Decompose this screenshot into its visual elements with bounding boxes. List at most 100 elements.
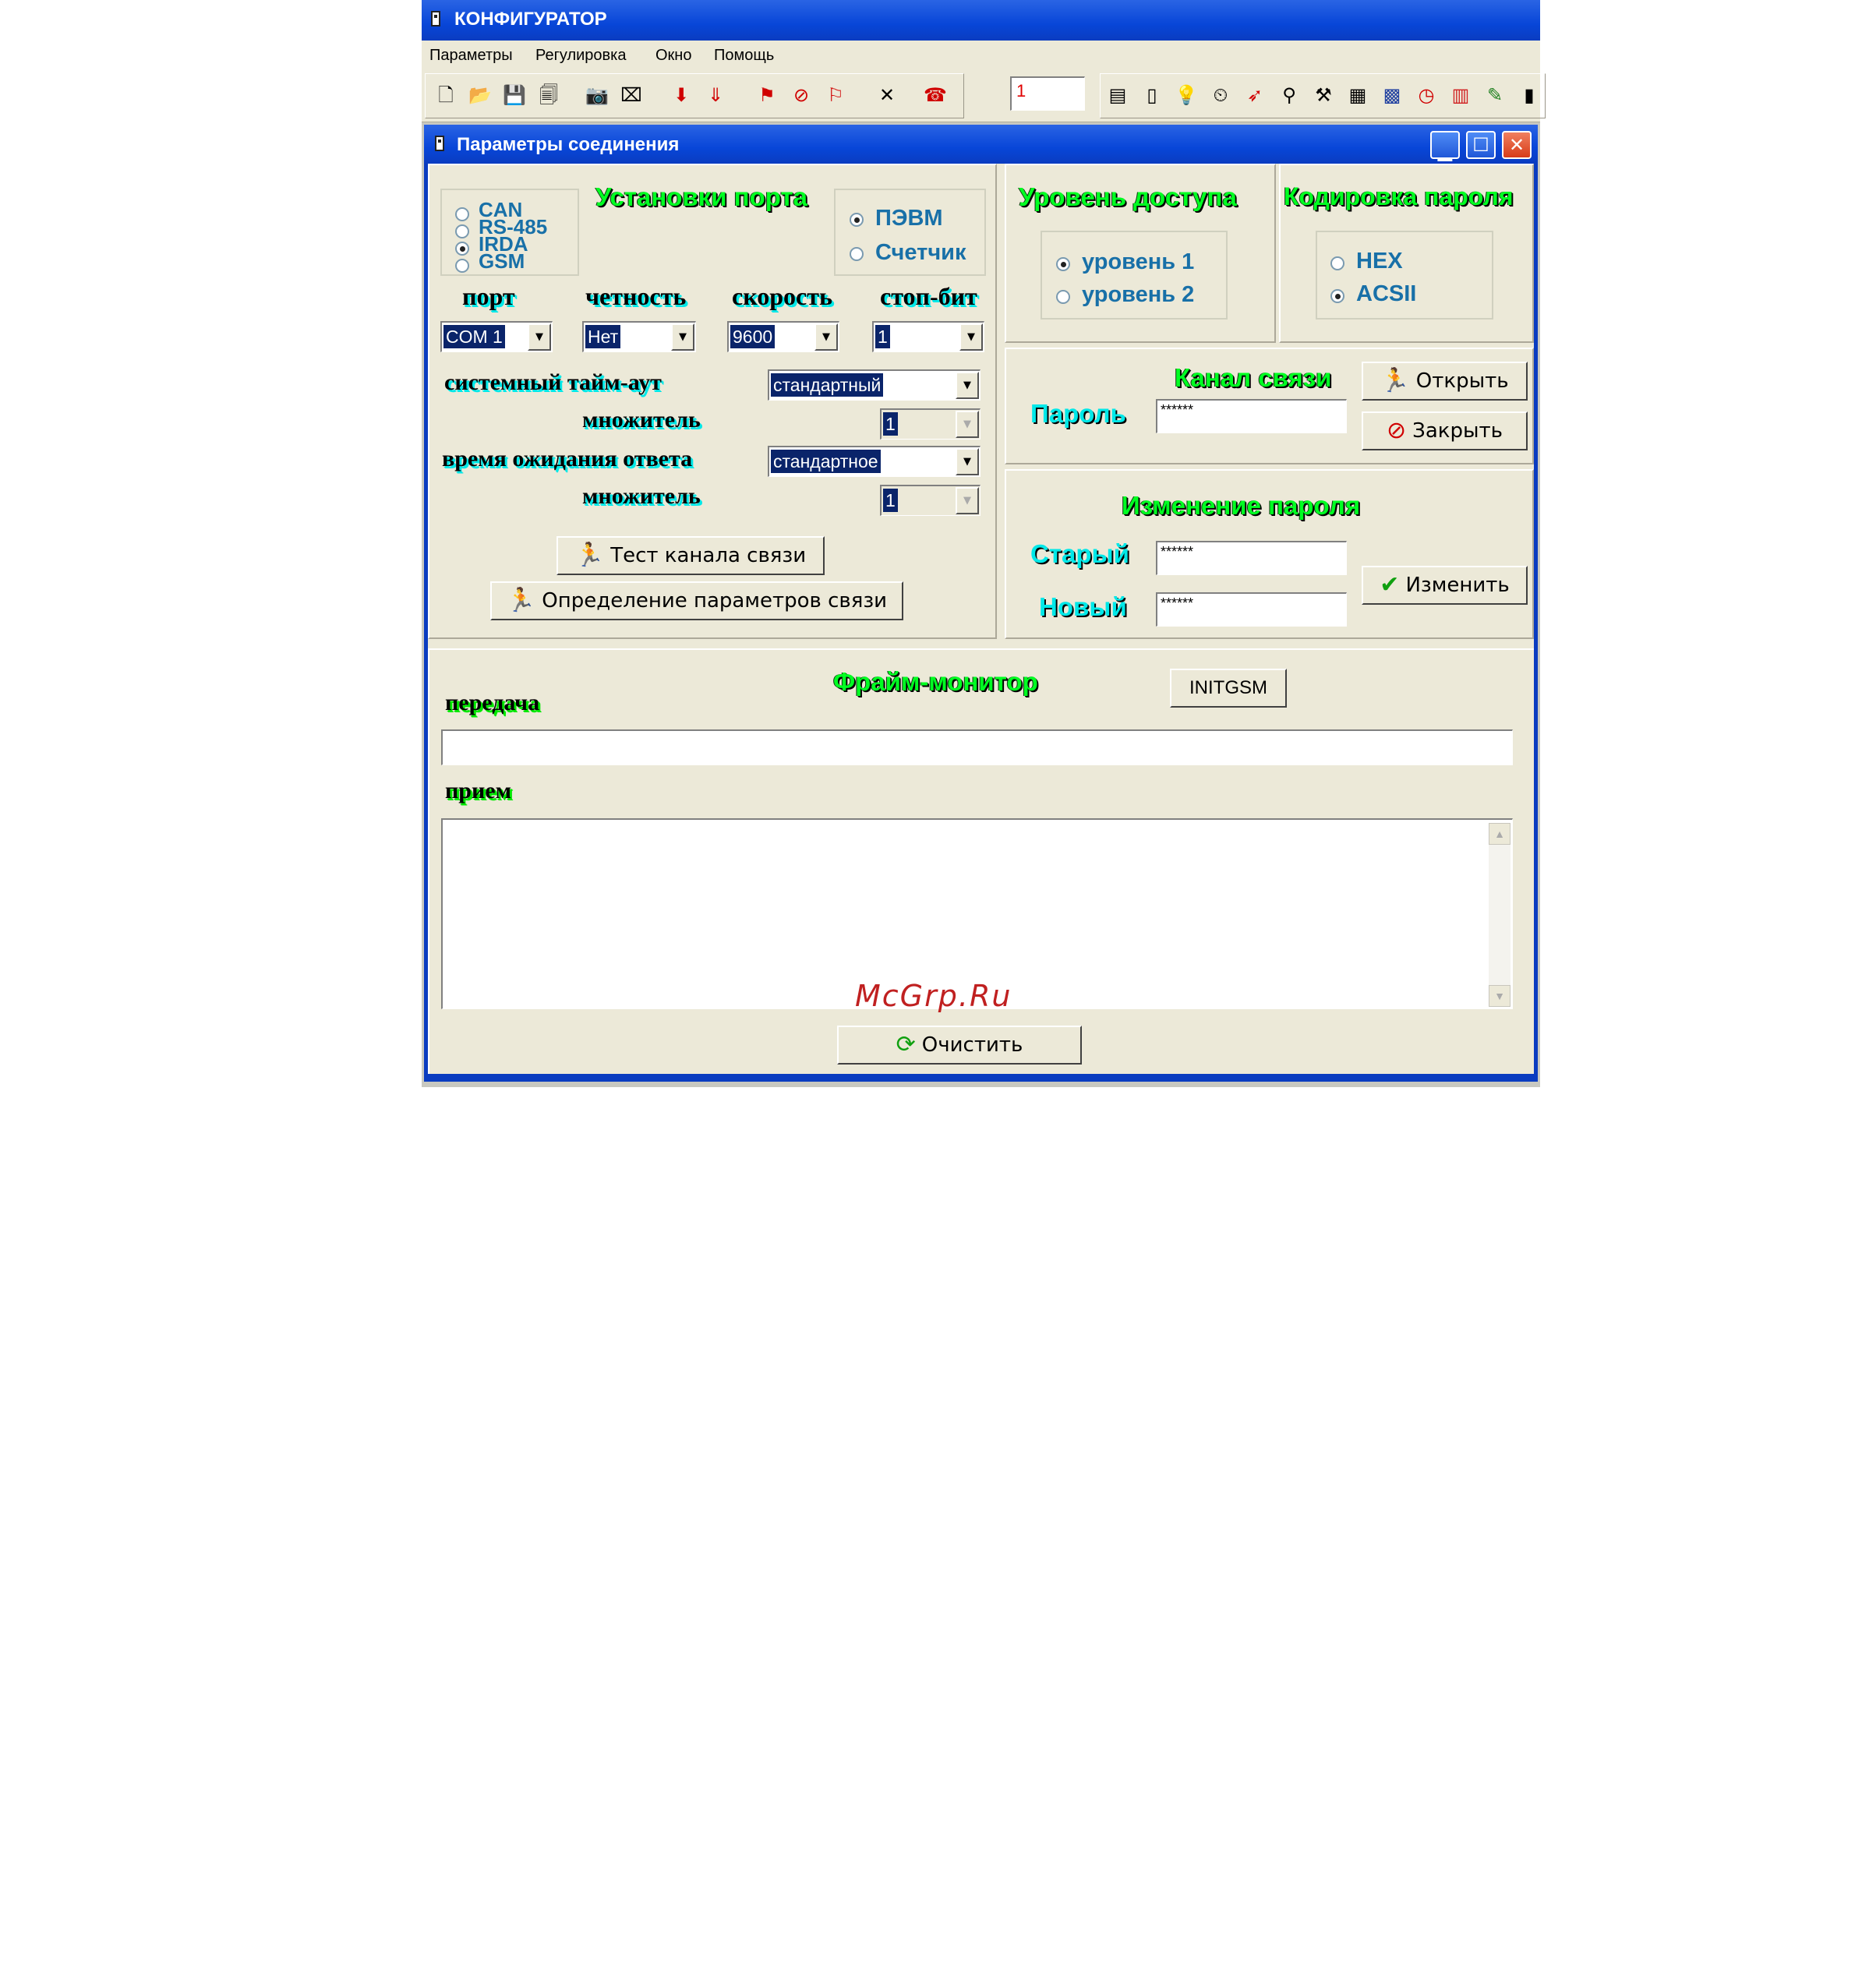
change-button[interactable]: ✔ Изменить: [1362, 566, 1528, 605]
detect-params-label: Определение параметров связи: [542, 589, 888, 613]
send-label: передача: [445, 690, 540, 715]
download-meter-icon[interactable]: ⇓: [701, 79, 730, 111]
chevron-down-icon[interactable]: ▼: [959, 323, 983, 351]
phone-icon[interactable]: ☎: [920, 79, 950, 111]
system-timeout-combo[interactable]: стандартный ▼: [768, 369, 980, 401]
chevron-down-icon[interactable]: ▼: [528, 323, 551, 351]
receive-label: прием: [445, 778, 512, 803]
menu-regulation[interactable]: Регулировка: [535, 47, 626, 65]
send-input[interactable]: [441, 729, 1513, 765]
chevron-down-icon[interactable]: ▼: [671, 323, 694, 351]
access-level-1-radio[interactable]: [1056, 257, 1070, 271]
tools-icon[interactable]: ⚒: [1309, 79, 1338, 111]
calendar-icon[interactable]: ▩: [1377, 79, 1407, 111]
old-password-input[interactable]: ******: [1156, 541, 1347, 575]
toolbar: 🗋 📂 💾 🗐 📷 ⌧ ⬇ ⇓ ⚑ ⊘ ⚐ ✕ ☎ 1 ▤ ▯ 💡 ⏲ ➶ ⚲ …: [422, 69, 1546, 122]
encoding-hex-radio[interactable]: [1330, 256, 1344, 270]
minimize-button[interactable]: ▁: [1430, 131, 1460, 161]
open-button[interactable]: 🏃 Открыть: [1362, 362, 1528, 401]
speed-combo[interactable]: 9600 ▼: [727, 321, 839, 352]
encoding-hex-label: HEX: [1356, 249, 1403, 274]
toolbar-number-input[interactable]: 1: [1010, 76, 1085, 111]
multiplier-1-combo[interactable]: 1 ▼: [880, 408, 980, 440]
initgsm-button[interactable]: INITGSM: [1170, 669, 1287, 708]
scroll-up-icon[interactable]: ▲: [1489, 823, 1510, 845]
receive-scrollbar[interactable]: ▲ ▼: [1489, 823, 1510, 1007]
initgsm-label: INITGSM: [1189, 677, 1267, 698]
menu-parameters[interactable]: Параметры: [429, 47, 513, 65]
bar-chart-icon[interactable]: ▥: [1446, 79, 1475, 111]
test-channel-button[interactable]: 🏃 Тест канала связи: [556, 536, 825, 575]
connection-params-window: Параметры соединения ▁ ☐ ✕ CAN RS-485 IR…: [424, 125, 1538, 1082]
device-pc-radio[interactable]: [850, 213, 864, 227]
device-clear-icon[interactable]: ⌧: [617, 79, 646, 111]
response-wait-value: стандартное: [771, 450, 881, 473]
running-man-icon: 🏃: [506, 587, 536, 614]
open-folder-icon[interactable]: 📂: [465, 79, 495, 111]
open-label: Открыть: [1415, 369, 1509, 393]
calculator-icon[interactable]: ▦: [1343, 79, 1373, 111]
save-icon[interactable]: 💾: [500, 79, 529, 111]
response-wait-combo[interactable]: стандартное ▼: [768, 446, 980, 477]
new-password-input[interactable]: ******: [1156, 592, 1347, 627]
chevron-down-icon[interactable]: ▼: [956, 372, 979, 399]
properties-icon[interactable]: 🗐: [534, 79, 564, 111]
lightbulb-icon[interactable]: 💡: [1171, 79, 1201, 111]
timer-icon[interactable]: ⏲: [1206, 79, 1235, 111]
parity-combo[interactable]: Нет ▼: [582, 321, 696, 352]
app-title: КОНФИГУРАТОР: [454, 9, 607, 30]
stop-circle-icon[interactable]: ⊘: [786, 79, 816, 111]
access-level-2-radio[interactable]: [1056, 290, 1070, 304]
encoding-acsii-radio[interactable]: [1330, 289, 1344, 303]
interface-irda-radio[interactable]: [455, 242, 469, 256]
no-entry-icon: ⊘: [1387, 417, 1407, 444]
scroll-down-icon[interactable]: ▼: [1489, 985, 1510, 1007]
checkmark-icon: ✔: [1380, 571, 1400, 599]
close-x-icon[interactable]: ✕: [872, 79, 902, 111]
clock-icon[interactable]: ◷: [1412, 79, 1441, 111]
close-channel-button[interactable]: ⊘ Закрыть: [1362, 411, 1528, 450]
new-file-icon[interactable]: 🗋: [431, 79, 461, 111]
old-password-label: Старый: [1030, 539, 1129, 568]
meter-icon[interactable]: ▯: [1137, 79, 1167, 111]
running-man-icon: 🏃: [1380, 367, 1410, 394]
download-arrow-icon[interactable]: ⬇: [666, 79, 696, 111]
device-read-icon[interactable]: 📷: [582, 79, 612, 111]
more-icon[interactable]: ▮: [1514, 79, 1544, 111]
flag-icon[interactable]: ⚑: [752, 79, 782, 111]
interface-can-radio[interactable]: [455, 207, 469, 221]
device-meter-label: Счетчик: [875, 240, 966, 265]
multiplier-2-combo[interactable]: 1 ▼: [880, 485, 980, 516]
watermark: McGrp.Ru: [855, 979, 1012, 1013]
clear-button[interactable]: ⟳ Очистить: [837, 1026, 1082, 1065]
interface-rs485-radio[interactable]: [455, 224, 469, 238]
maximize-button[interactable]: ☐: [1466, 131, 1496, 159]
chevron-down-icon[interactable]: ▼: [956, 448, 979, 475]
device-meter-radio[interactable]: [850, 247, 864, 261]
port-value: COM 1: [443, 325, 505, 348]
menu-help[interactable]: Помощь: [714, 47, 774, 65]
arrow-pointer-icon[interactable]: ➶: [1240, 79, 1270, 111]
dialog-title-bar: Параметры соединения ▁ ☐ ✕: [424, 125, 1538, 164]
chevron-down-icon[interactable]: ▼: [814, 323, 838, 351]
speed-value: 9600: [730, 325, 776, 348]
response-wait-label: время ожидания ответа: [442, 446, 693, 471]
detect-params-button[interactable]: 🏃 Определение параметров связи: [490, 581, 903, 620]
edit-chart-icon[interactable]: ✎: [1480, 79, 1510, 111]
password-input[interactable]: ******: [1156, 399, 1347, 433]
interface-gsm-radio[interactable]: [455, 259, 469, 273]
multiplier-2-label: множитель: [582, 483, 701, 509]
meters-icon[interactable]: ▤: [1103, 79, 1132, 111]
system-timeout-label: системный тайм-аут: [444, 369, 662, 395]
close-icon: ✕: [1508, 134, 1525, 156]
port-combo[interactable]: COM 1 ▼: [440, 321, 553, 352]
flag-meter-icon[interactable]: ⚐: [821, 79, 850, 111]
menu-window[interactable]: Окно: [655, 47, 691, 65]
chevron-down-icon[interactable]: ▼: [956, 487, 979, 514]
channel-title: Канал связи: [1175, 363, 1332, 392]
multiplier-1-value: 1: [883, 412, 898, 436]
chevron-down-icon[interactable]: ▼: [956, 411, 979, 438]
close-button[interactable]: ✕: [1502, 131, 1532, 159]
bulb-outline-icon[interactable]: ⚲: [1274, 79, 1304, 111]
stopbits-combo[interactable]: 1 ▼: [872, 321, 984, 352]
